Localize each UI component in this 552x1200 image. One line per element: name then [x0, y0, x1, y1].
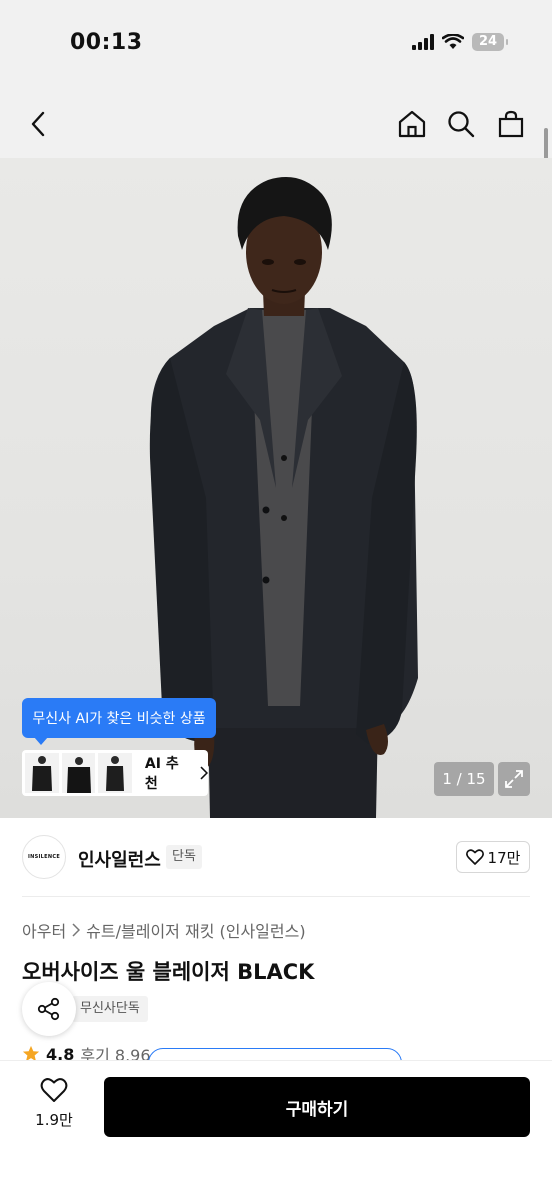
wifi-icon: [442, 34, 464, 49]
cellular-signal-icon: [412, 34, 434, 50]
status-icons: 24: [412, 33, 508, 51]
breadcrumb-category[interactable]: 아우터: [22, 918, 66, 942]
brand-exclusive-tag: 단독: [166, 845, 202, 869]
search-icon: [448, 111, 475, 138]
product-title: 오버사이즈 울 블레이저 BLACK: [22, 960, 315, 984]
brand-row: INSILENCE 인사일런스 단독 17만: [0, 830, 552, 886]
chevron-right-icon: [72, 923, 81, 937]
status-bar: 00:13 24: [0, 0, 552, 90]
search-button[interactable]: [441, 104, 481, 144]
ai-similar-tooltip[interactable]: 무신사 AI가 찾은 비슷한 상품: [22, 698, 216, 745]
brand-name[interactable]: 인사일런스: [78, 846, 161, 872]
ai-thumbnail[interactable]: [98, 753, 132, 793]
wishlist-count: 1.9만: [35, 1111, 73, 1129]
brand-logo-text: INSILENCE: [27, 854, 61, 860]
brand-like-count: 17만: [487, 848, 521, 867]
heart-icon: [40, 1078, 68, 1102]
top-nav: [0, 90, 552, 158]
share-icon: [37, 997, 60, 1021]
expand-image-button[interactable]: [498, 762, 530, 796]
heart-icon: [465, 849, 484, 865]
ai-thumbnail[interactable]: [61, 753, 96, 793]
buy-button[interactable]: 구매하기: [104, 1077, 530, 1137]
ai-recommend-label: AI 추천: [144, 756, 179, 792]
ai-recommend-card[interactable]: AI 추천: [22, 750, 209, 796]
bottom-action-bar: 1.9만 구매하기: [0, 1060, 552, 1200]
bag-icon: [498, 110, 524, 138]
expand-icon: [505, 770, 523, 788]
chevron-right-icon: [200, 766, 209, 780]
exclusive-badge: 무신사단독: [72, 996, 148, 1022]
image-page-counter: 1 / 15: [434, 762, 494, 796]
divider: [22, 896, 530, 897]
brand-like-button[interactable]: 17만: [456, 841, 530, 873]
home-icon: [398, 110, 426, 138]
cart-button[interactable]: [491, 104, 531, 144]
ai-thumbnail[interactable]: [25, 753, 59, 793]
back-icon: [31, 111, 45, 137]
breadcrumb: 아우터 슈트/블레이저 재킷 (인사일런스): [22, 918, 306, 942]
back-button[interactable]: [18, 104, 58, 144]
battery-icon: 24: [472, 33, 508, 51]
wishlist-button[interactable]: 1.9만: [22, 1077, 86, 1141]
home-button[interactable]: [392, 104, 432, 144]
share-button[interactable]: [22, 982, 76, 1036]
status-time: 00:13: [70, 30, 143, 55]
breadcrumb-subcategory[interactable]: 슈트/블레이저 재킷 (인사일런스): [86, 918, 305, 942]
brand-logo[interactable]: INSILENCE: [22, 835, 66, 879]
